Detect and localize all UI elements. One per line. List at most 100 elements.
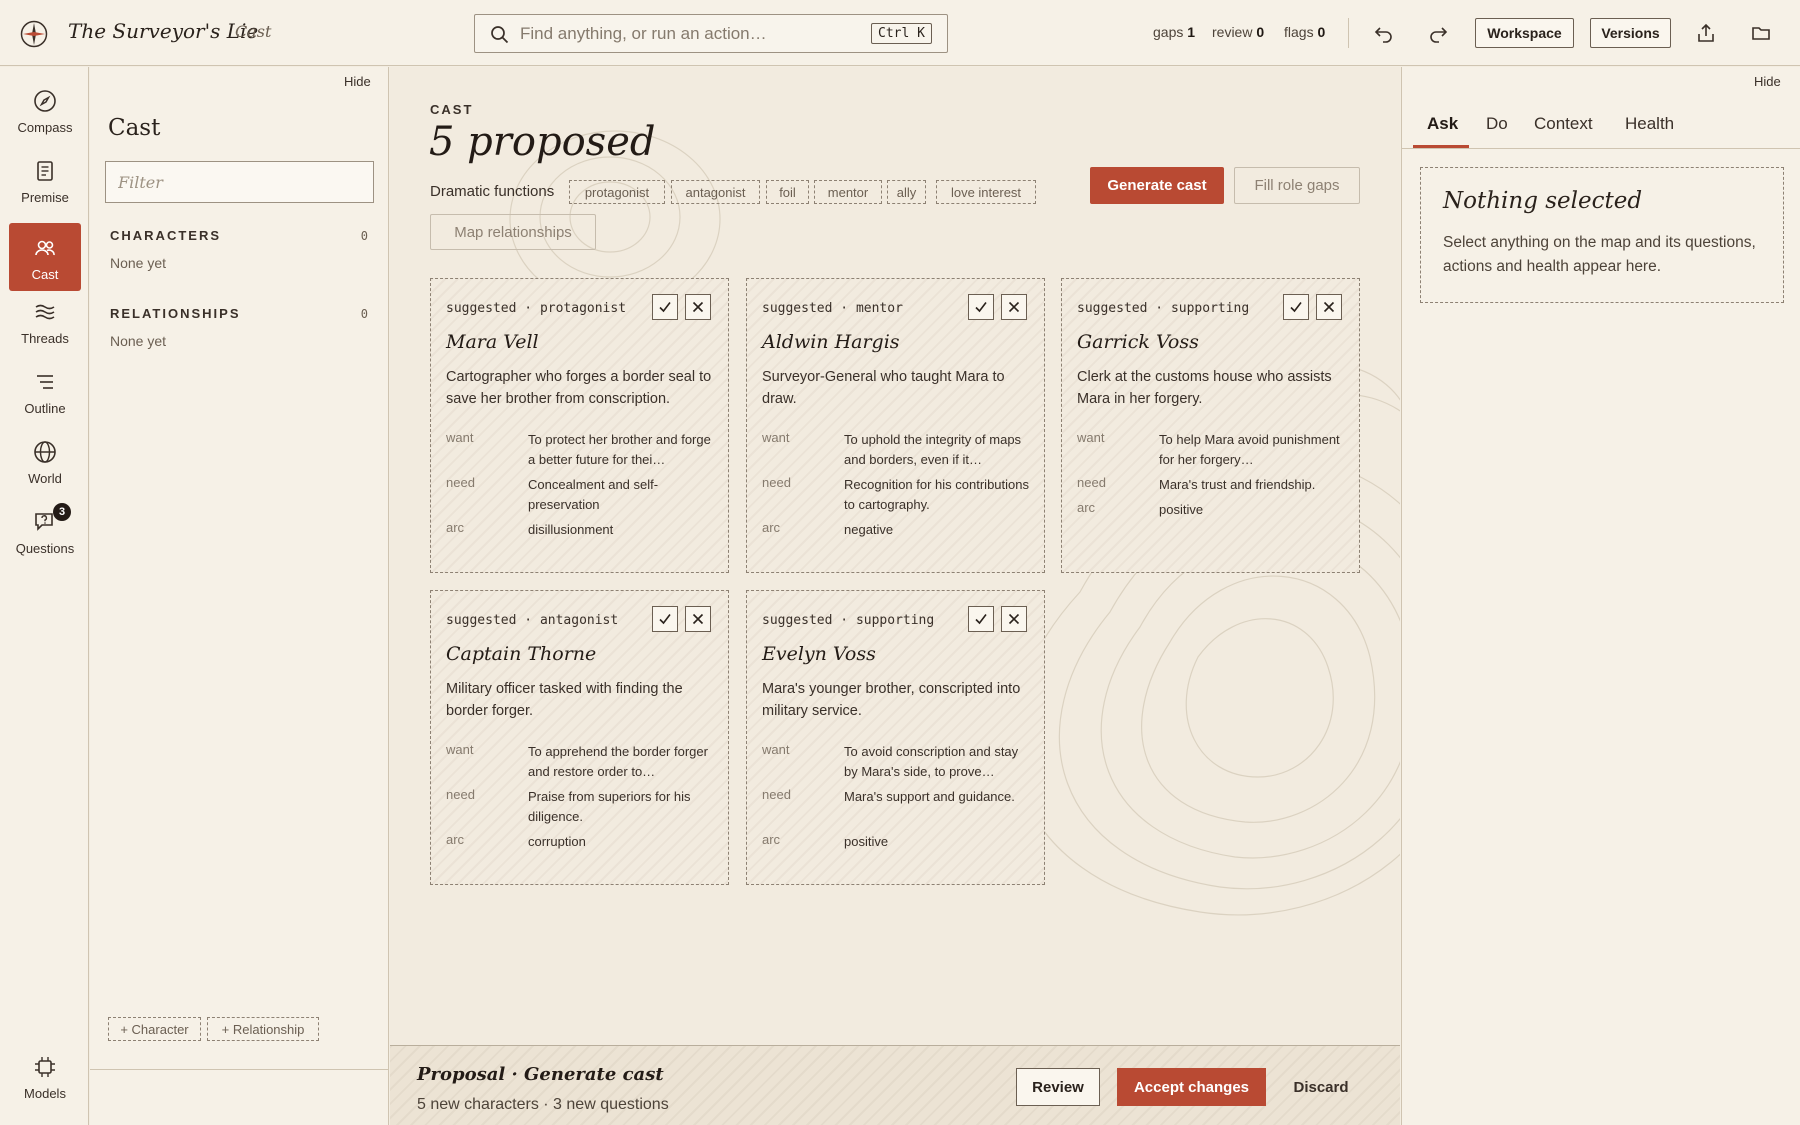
field-label: need (446, 787, 475, 802)
hide-inspector-button[interactable]: Hide (1754, 74, 1781, 89)
stat-label: flags (1284, 24, 1314, 40)
tab-ask[interactable]: Ask (1427, 114, 1458, 134)
tab-health[interactable]: Health (1625, 114, 1674, 134)
page-title: 5 proposed (429, 119, 656, 165)
tab-context[interactable]: Context (1534, 114, 1593, 134)
command-search[interactable]: Find anything, or run an action… Ctrl K (474, 14, 948, 53)
rail-label: Outline (24, 401, 66, 416)
character-card[interactable]: suggested · protagonist Mara Vell Cartog… (430, 278, 729, 573)
empty-selection-box: Nothing selected Select anything on the … (1420, 167, 1784, 303)
card-role: antagonist (539, 613, 619, 628)
rail-label: Questions (15, 541, 75, 556)
reject-close-icon[interactable] (685, 294, 711, 320)
character-name: Captain Thorne (446, 643, 597, 665)
reject-close-icon[interactable] (1001, 294, 1027, 320)
card-status: suggested (446, 613, 517, 628)
reject-close-icon[interactable] (685, 606, 711, 632)
top-bar: The Surveyor's Lie Cast Find anything, o… (0, 0, 1800, 66)
shortcut-hint: Ctrl K (871, 23, 932, 44)
add-relationship-button[interactable]: + Relationship (207, 1017, 319, 1041)
character-description: Cartographer who forges a border seal to… (446, 369, 712, 407)
accept-changes-button[interactable]: Accept changes (1117, 1068, 1266, 1106)
function-chip[interactable]: mentor (814, 180, 882, 204)
rail-item-compass[interactable]: Compass (9, 76, 81, 144)
rail-item-premise[interactable]: Premise (9, 146, 81, 214)
accept-check-icon[interactable] (652, 294, 678, 320)
reject-close-icon[interactable] (1001, 606, 1027, 632)
character-name: Evelyn Voss (762, 643, 876, 665)
stat-label: review (1212, 24, 1253, 40)
generate-cast-button[interactable]: Generate cast (1090, 167, 1224, 204)
workspace-button[interactable]: Workspace (1475, 18, 1574, 48)
relationships-heading[interactable]: RELATIONSHIPS (110, 306, 241, 321)
field-label: need (1077, 475, 1106, 490)
rail-label: World (28, 471, 62, 486)
stat-value: 1 (1187, 24, 1196, 40)
arc-value: negative (844, 522, 894, 537)
function-chip[interactable]: ally (887, 180, 926, 204)
card-status: suggested (762, 613, 833, 628)
function-chip[interactable]: protagonist (569, 180, 665, 204)
filter-input[interactable] (105, 161, 374, 203)
discard-button[interactable]: Discard (1283, 1068, 1359, 1106)
accept-check-icon[interactable] (968, 606, 994, 632)
want-value: To uphold the integrity of maps and bord… (844, 432, 1022, 467)
rail-item-models[interactable]: Models (9, 1042, 81, 1110)
field-label: arc (1077, 500, 1096, 515)
redo-icon[interactable] (1425, 20, 1451, 46)
want-value: To help Mara avoid punishment for her fo… (1159, 432, 1340, 467)
need-value: Praise from superiors for his diligence. (528, 789, 691, 824)
function-chip[interactable]: foil (766, 180, 809, 204)
character-card[interactable]: suggested · mentor Aldwin Hargis Surveyo… (746, 278, 1045, 573)
card-tag: suggested · supporting (1077, 301, 1250, 316)
character-card[interactable]: suggested · antagonist Captain Thorne Mi… (430, 590, 729, 885)
folder-icon[interactable] (1748, 20, 1774, 46)
stat-gaps[interactable]: gaps 1 (1153, 24, 1195, 40)
cast-panel: Hide Cast CHARACTERS 0 None yet RELATION… (90, 67, 389, 1125)
function-chip[interactable]: love interest (936, 180, 1036, 204)
character-card[interactable]: suggested · supporting Evelyn Voss Mara'… (746, 590, 1045, 885)
need-value: Mara's trust and friendship. (1159, 477, 1316, 492)
need-row: need Recognition for his contributions to… (762, 475, 1032, 515)
rail-item-world[interactable]: World (9, 427, 81, 495)
hide-cast-panel-button[interactable]: Hide (344, 74, 371, 89)
nav-rail: Compass Premise Cast Threads Outline Wor… (0, 67, 89, 1125)
field-label: want (762, 742, 790, 757)
rail-item-outline[interactable]: Outline (9, 357, 81, 425)
accept-check-icon[interactable] (968, 294, 994, 320)
character-name: Mara Vell (446, 331, 539, 353)
reject-close-icon[interactable] (1316, 294, 1342, 320)
characters-heading[interactable]: CHARACTERS (110, 228, 221, 243)
field-label: need (762, 787, 791, 802)
accept-check-icon[interactable] (652, 606, 678, 632)
chip-icon (33, 1055, 57, 1079)
compass-logo-icon[interactable] (20, 20, 48, 48)
threads-icon (33, 300, 57, 324)
globe-icon (33, 440, 57, 464)
rail-item-threads[interactable]: Threads (9, 287, 81, 355)
character-description: Surveyor-General who taught Mara to draw… (762, 369, 1005, 407)
field-label: need (446, 475, 475, 490)
field-label: arc (446, 832, 465, 847)
card-tag: suggested · antagonist (446, 613, 619, 628)
rail-item-cast[interactable]: Cast (9, 223, 81, 291)
rail-item-questions[interactable]: 3 Questions (9, 497, 81, 565)
undo-icon[interactable] (1371, 20, 1397, 46)
versions-button[interactable]: Versions (1590, 18, 1671, 48)
rail-label: Cast (31, 267, 59, 282)
need-row: need Praise from superiors for his dilige… (446, 787, 716, 827)
stat-review[interactable]: review 0 (1212, 24, 1264, 40)
export-icon[interactable] (1693, 20, 1719, 46)
arc-value: positive (1159, 502, 1204, 517)
need-row: need Concealment and self-preservation (446, 475, 716, 515)
tab-do[interactable]: Do (1486, 114, 1508, 134)
stat-flags[interactable]: flags 0 (1284, 24, 1325, 40)
accept-check-icon[interactable] (1283, 294, 1309, 320)
fill-role-gaps-button[interactable]: Fill role gaps (1234, 167, 1360, 204)
review-button[interactable]: Review (1016, 1068, 1100, 1106)
character-card[interactable]: suggested · supporting Garrick Voss Cler… (1061, 278, 1360, 573)
function-chip[interactable]: antagonist (671, 180, 760, 204)
map-relationships-button[interactable]: Map relationships (430, 214, 596, 250)
field-label: arc (762, 520, 781, 535)
add-character-button[interactable]: + Character (108, 1017, 201, 1041)
